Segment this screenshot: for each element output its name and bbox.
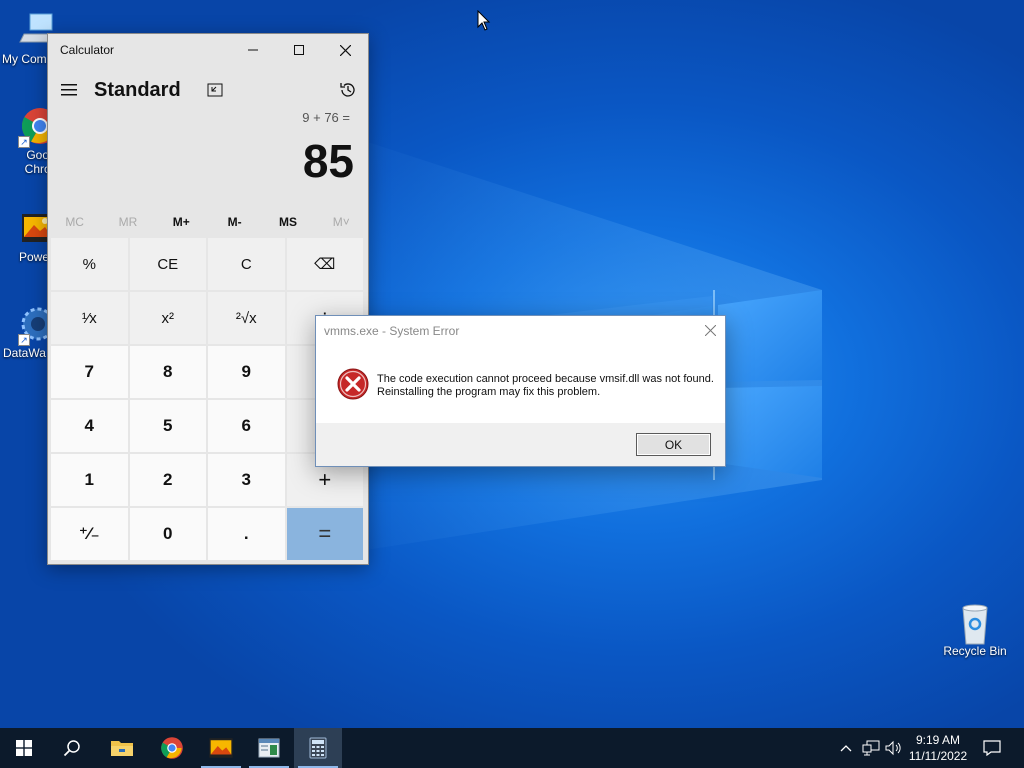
calculator-icon <box>309 737 327 759</box>
digit-6-key[interactable]: 6 <box>208 400 285 452</box>
dialog-title: vmms.exe - System Error <box>324 324 460 338</box>
digit-7-key[interactable]: 7 <box>51 346 128 398</box>
digit-8-key[interactable]: 8 <box>129 346 206 398</box>
keep-on-top-icon <box>207 83 223 97</box>
volume-button[interactable] <box>884 728 904 768</box>
desktop-icon-recycle-bin[interactable]: Recycle Bin <box>937 602 1013 658</box>
recycle-bin-icon <box>955 602 995 645</box>
memory-add-button[interactable]: M+ <box>155 215 208 229</box>
shortcut-arrow-icon: ↗ <box>18 136 30 148</box>
decimal-key[interactable]: . <box>208 508 285 560</box>
navigation-menu-button[interactable] <box>48 70 90 110</box>
clear-entry-key[interactable]: CE <box>129 238 206 290</box>
error-dialog[interactable]: vmms.exe - System Error The code executi… <box>315 315 726 467</box>
desktop-icon-label: Recycle Bin <box>943 644 1007 658</box>
keep-on-top-button[interactable] <box>203 78 227 102</box>
folder-icon <box>111 741 133 756</box>
dialog-message: The code execution cannot proceed becaus… <box>377 373 714 398</box>
taskbar-slideshow-app[interactable] <box>197 728 245 768</box>
digit-9-key[interactable]: 9 <box>208 346 285 398</box>
memory-subtract-button[interactable]: M- <box>208 215 261 229</box>
taskbar-chrome[interactable] <box>148 728 196 768</box>
result-display: 85 <box>302 135 354 187</box>
history-button[interactable] <box>336 78 360 102</box>
clock-time: 9:19 AM <box>915 733 961 747</box>
action-center-button[interactable] <box>980 728 1004 768</box>
digit-5-key[interactable]: 5 <box>129 400 206 452</box>
minimize-button[interactable] <box>230 34 276 66</box>
memory-store-button[interactable]: MS <box>261 215 314 229</box>
mode-title: Standard <box>94 78 181 101</box>
minimize-icon <box>248 49 258 51</box>
close-icon <box>704 324 716 336</box>
search-icon <box>63 740 80 757</box>
slideshow-icon <box>209 738 233 758</box>
memory-list-button[interactable]: M˅ <box>315 215 368 229</box>
percent-key[interactable]: % <box>51 238 128 290</box>
windows-logo-icon <box>16 740 32 756</box>
speaker-icon <box>885 740 901 756</box>
notification-icon <box>983 740 1001 756</box>
close-icon <box>339 44 351 56</box>
clear-key[interactable]: C <box>208 238 285 290</box>
taskbar-window-app[interactable] <box>245 728 293 768</box>
window-title: Calculator <box>60 43 115 57</box>
history-icon <box>340 83 355 97</box>
error-icon <box>337 368 369 400</box>
hamburger-icon <box>61 84 77 96</box>
maximize-button[interactable] <box>276 34 322 66</box>
app-window-icon <box>258 738 280 758</box>
memory-row: MC MR M+ M- MS M˅ <box>48 210 368 234</box>
digit-0-key[interactable]: 0 <box>129 508 206 560</box>
digit-2-key[interactable]: 2 <box>129 454 206 506</box>
close-button[interactable] <box>322 34 368 66</box>
chrome-icon <box>161 737 183 759</box>
maximize-icon <box>294 45 304 55</box>
taskbar: 9:19 AM 11/11/2022 <box>0 728 1024 768</box>
shortcut-arrow-icon: ↗ <box>18 334 30 346</box>
calculator-window[interactable]: Calculator Standard 9 + 76 = 85 MC MR M+… <box>47 33 369 565</box>
digit-4-key[interactable]: 4 <box>51 400 128 452</box>
search-button[interactable] <box>48 728 96 768</box>
clock-date: 11/11/2022 <box>908 749 968 763</box>
memory-recall-button[interactable]: MR <box>101 215 154 229</box>
network-button[interactable] <box>860 728 882 768</box>
equals-key[interactable]: = <box>286 508 363 560</box>
mouse-cursor-icon <box>477 10 491 31</box>
memory-clear-button[interactable]: MC <box>48 215 101 229</box>
show-hidden-icons-button[interactable] <box>836 728 856 768</box>
network-icon <box>862 740 880 756</box>
square-key[interactable]: x² <box>129 292 206 344</box>
dialog-footer: OK <box>316 423 725 466</box>
negate-key[interactable]: ⁺⁄₋ <box>51 508 128 560</box>
calculator-header: Standard <box>48 70 368 110</box>
reciprocal-key[interactable]: ¹⁄x <box>51 292 128 344</box>
ok-button[interactable]: OK <box>636 433 711 456</box>
backspace-key[interactable]: ⌫ <box>286 238 363 290</box>
taskbar-clock[interactable]: 9:19 AM 11/11/2022 <box>903 732 973 764</box>
calculator-titlebar[interactable]: Calculator <box>48 34 368 66</box>
taskbar-file-explorer[interactable] <box>98 728 146 768</box>
chevron-up-icon <box>840 745 852 752</box>
expression-display: 9 + 76 = <box>302 110 350 125</box>
sqrt-key[interactable]: ²√x <box>208 292 285 344</box>
digit-3-key[interactable]: 3 <box>208 454 285 506</box>
digit-1-key[interactable]: 1 <box>51 454 128 506</box>
dialog-close-button[interactable] <box>701 321 719 339</box>
start-button[interactable] <box>0 728 48 768</box>
taskbar-calculator[interactable] <box>294 728 342 768</box>
